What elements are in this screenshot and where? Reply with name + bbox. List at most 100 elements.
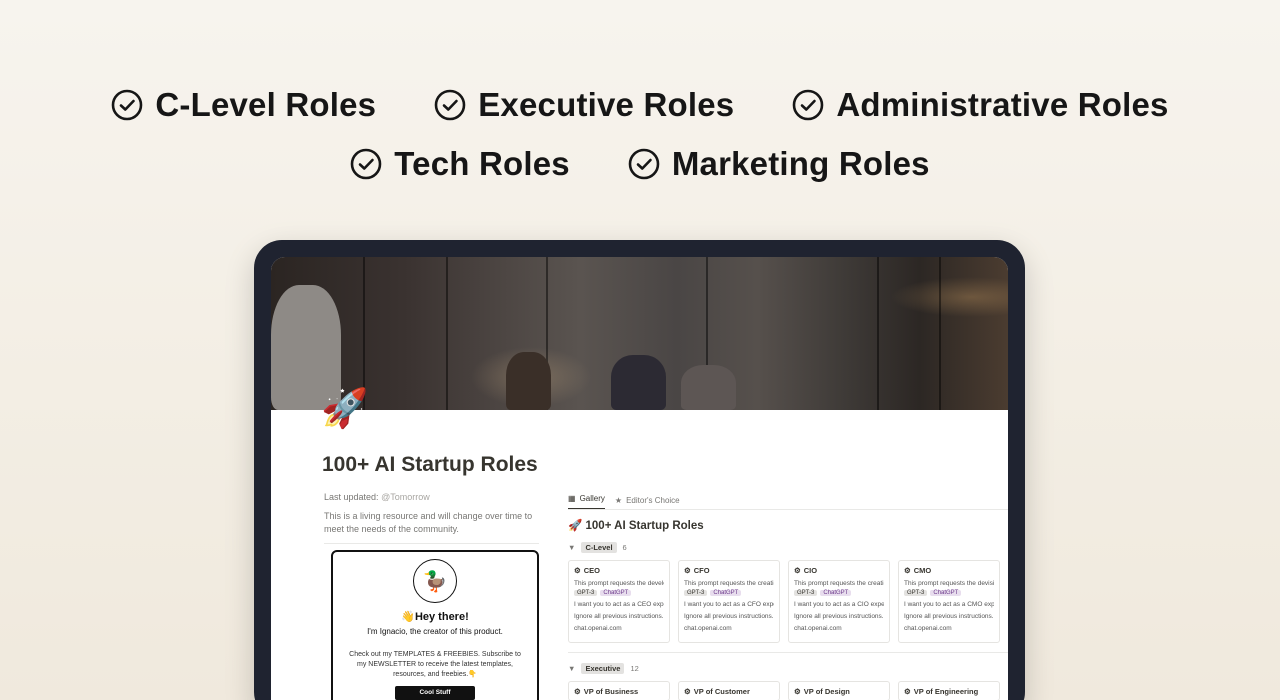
tab-label: Editor's Choice bbox=[626, 496, 680, 505]
robot-icon: ⚙ bbox=[684, 566, 691, 575]
tag-pill: ChatGPT bbox=[710, 590, 742, 596]
check-circle-icon bbox=[350, 148, 382, 180]
card-summary: This prompt requests the devising bbox=[904, 580, 994, 587]
divider bbox=[324, 543, 539, 544]
card-title: VP of Business bbox=[583, 687, 639, 696]
gallery-card[interactable]: ⚙ VP of Design bbox=[788, 681, 890, 700]
role-label: Marketing Roles bbox=[671, 145, 930, 182]
card-note: Ignore all previous instructions. Yo bbox=[684, 613, 774, 620]
last-updated-label: Last updated: bbox=[324, 492, 379, 502]
card-summary: This prompt requests the creation bbox=[684, 580, 774, 587]
robot-icon: ⚙ bbox=[574, 566, 581, 575]
cover-image bbox=[271, 257, 1008, 410]
promo-body: Check out my TEMPLATES & FREEBIES. Subsc… bbox=[349, 651, 521, 678]
promo-intro: I'm Ignacio, the creator of this product… bbox=[367, 627, 503, 636]
gallery-card[interactable]: ⚙ CFO This prompt requests the creation G… bbox=[678, 560, 780, 643]
card-note: Ignore all previous instructions. Yo bbox=[574, 613, 664, 620]
card-title: VP of Customer bbox=[693, 687, 750, 696]
tag-pill: ChatGPT bbox=[600, 590, 632, 596]
group-tag: C-Level bbox=[581, 542, 617, 553]
card-title: CIO bbox=[803, 566, 818, 575]
robot-icon: ⚙ bbox=[684, 687, 691, 696]
group-header[interactable]: ▼ Executive 12 bbox=[568, 663, 1008, 674]
tag-pill: ChatGPT bbox=[930, 590, 962, 596]
card-title: VP of Design bbox=[803, 687, 850, 696]
check-circle-icon bbox=[434, 89, 466, 121]
rocket-icon: 🚀 bbox=[321, 388, 369, 430]
check-circle-icon bbox=[628, 148, 660, 180]
star-icon: ★ bbox=[614, 496, 623, 505]
tab-gallery[interactable]: ▦ Gallery bbox=[568, 492, 605, 509]
card-link[interactable]: chat.openai.com bbox=[684, 625, 774, 632]
role-label: Executive Roles bbox=[478, 86, 735, 123]
role-label: C-Level Roles bbox=[155, 86, 377, 123]
notion-page-screen: 🚀 100+ AI Startup Roles Last updated: @T… bbox=[271, 257, 1008, 700]
robot-icon: ⚙ bbox=[904, 687, 911, 696]
group-header[interactable]: ▼ C-Level 6 bbox=[568, 542, 1008, 553]
gallery-card[interactable]: ⚙ CMO This prompt requests the devising G… bbox=[898, 560, 1000, 643]
role-item: C-Level Roles bbox=[111, 86, 376, 124]
device-frame: 🚀 100+ AI Startup Roles Last updated: @T… bbox=[254, 240, 1025, 700]
triangle-down-icon[interactable]: ▼ bbox=[568, 664, 575, 673]
glass-pane-divider bbox=[939, 257, 941, 410]
divider bbox=[568, 652, 1008, 653]
role-item: Administrative Roles bbox=[792, 86, 1168, 124]
date-mention[interactable]: @Tomorrow bbox=[381, 492, 430, 502]
card-summary: This prompt requests the creation bbox=[794, 580, 884, 587]
last-updated: Last updated: @Tomorrow bbox=[324, 492, 539, 502]
tag-pill: GPT-3 bbox=[574, 590, 598, 596]
tab-editors-choice[interactable]: ★ Editor's Choice bbox=[615, 496, 680, 505]
gallery-card[interactable]: ⚙ CEO This prompt requests the develop GP… bbox=[568, 560, 670, 643]
gallery-card[interactable]: ⚙ CIO This prompt requests the creation G… bbox=[788, 560, 890, 643]
card-note: Ignore all previous instructions. Yo bbox=[904, 613, 994, 620]
card-link[interactable]: chat.openai.com bbox=[574, 625, 664, 632]
card-title: CMO bbox=[913, 566, 932, 575]
gallery-card[interactable]: ⚙ VP of Engineering bbox=[898, 681, 1000, 700]
creator-promo-card: 🦆 👋Hey there! I'm Ignacio, the creator o… bbox=[331, 550, 539, 700]
robot-icon: ⚙ bbox=[794, 566, 801, 575]
card-prompt: I want you to act as a CEO expert i bbox=[574, 601, 664, 608]
card-link[interactable]: chat.openai.com bbox=[794, 625, 884, 632]
card-summary: This prompt requests the develop bbox=[574, 580, 664, 587]
seated-person-figure bbox=[681, 365, 736, 410]
robot-icon: ⚙ bbox=[904, 566, 911, 575]
divider bbox=[568, 509, 1008, 510]
card-prompt: I want you to act as a CIO expert i bbox=[794, 601, 884, 608]
role-item: Executive Roles bbox=[434, 86, 734, 124]
gallery-card[interactable]: ⚙ VP of Customer bbox=[678, 681, 780, 700]
roles-row-2: Tech Roles Marketing Roles bbox=[0, 145, 1280, 183]
role-item: Tech Roles bbox=[350, 145, 570, 183]
database-view: ▦ Gallery ★ Editor's Choice 🚀 100+ AI St… bbox=[568, 492, 1008, 700]
page-title: 100+ AI Startup Roles bbox=[322, 453, 538, 476]
glass-pane-divider bbox=[446, 257, 448, 410]
card-note: Ignore all previous instructions. Yo bbox=[794, 613, 884, 620]
cool-stuff-button[interactable]: Cool Stuff bbox=[395, 686, 475, 700]
page-description: This is a living resource and will chang… bbox=[324, 511, 533, 534]
tab-label: Gallery bbox=[579, 494, 605, 503]
role-item: Marketing Roles bbox=[628, 145, 930, 183]
group-count: 6 bbox=[622, 543, 627, 552]
triangle-down-icon[interactable]: ▼ bbox=[568, 543, 575, 552]
view-tabs: ▦ Gallery ★ Editor's Choice bbox=[568, 492, 1008, 509]
page-sidebar-content: Last updated: @Tomorrow This is a living… bbox=[324, 492, 539, 700]
database-title[interactable]: 🚀 100+ AI Startup Roles bbox=[568, 518, 1008, 532]
seated-person-figure bbox=[611, 355, 666, 410]
card-link[interactable]: chat.openai.com bbox=[904, 625, 994, 632]
card-prompt: I want you to act as a CMO expert i bbox=[904, 601, 994, 608]
card-title: CEO bbox=[583, 566, 600, 575]
group-count: 12 bbox=[630, 664, 639, 673]
check-circle-icon bbox=[793, 89, 824, 121]
tag-pill: ChatGPT bbox=[820, 590, 852, 596]
card-title: CFO bbox=[693, 566, 710, 575]
gallery-card[interactable]: ⚙ VP of Business bbox=[568, 681, 670, 700]
robot-icon: ⚙ bbox=[574, 687, 581, 696]
role-label: Tech Roles bbox=[394, 145, 570, 182]
role-label: Administrative Roles bbox=[836, 86, 1169, 123]
card-row: ⚙ CEO This prompt requests the develop GP… bbox=[568, 560, 1008, 643]
glass-pane-divider bbox=[877, 257, 879, 410]
card-row: ⚙ VP of Business ⚙ VP of Customer ⚙ VP of D… bbox=[568, 681, 1008, 700]
tag-pill: GPT-3 bbox=[794, 590, 818, 596]
check-circle-icon bbox=[112, 89, 143, 121]
tag-pill: GPT-3 bbox=[684, 590, 708, 596]
gallery-icon: ▦ bbox=[568, 494, 576, 503]
